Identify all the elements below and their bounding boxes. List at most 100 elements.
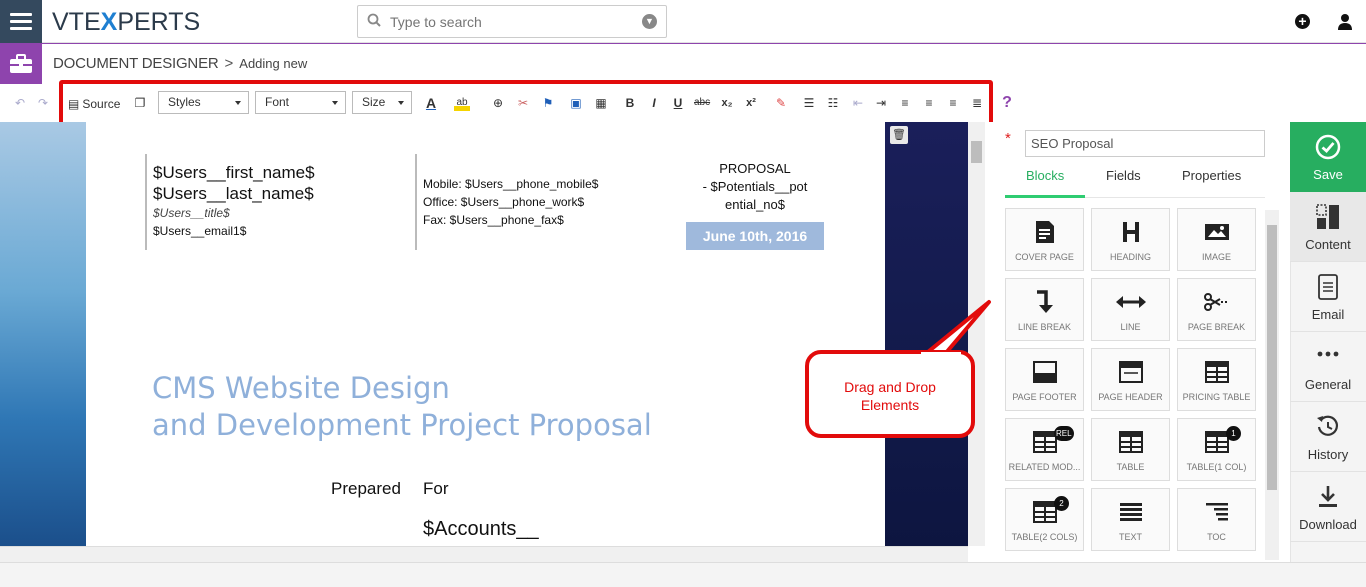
logo[interactable]: VTEXPERTS xyxy=(52,8,200,37)
cover-background-left xyxy=(0,122,86,546)
history-icon xyxy=(1290,414,1366,442)
download-icon xyxy=(1290,484,1366,512)
tab-properties[interactable]: Properties xyxy=(1182,168,1241,183)
required-marker: * xyxy=(1005,130,1011,147)
block-image[interactable]: IMAGE xyxy=(1177,208,1256,271)
table-2-cols-icon: 2 xyxy=(1006,496,1083,526)
trash-icon[interactable]: 🗑 xyxy=(890,126,908,144)
search-input[interactable] xyxy=(390,12,630,32)
date-badge[interactable]: June 10th, 2016 xyxy=(686,222,824,250)
heading-line-2[interactable]: and Development Project Proposal xyxy=(152,408,652,442)
block-table-1-col[interactable]: 1 TABLE(1 COL) xyxy=(1177,418,1256,481)
logo-x: X xyxy=(100,8,118,36)
status-bar xyxy=(0,562,1366,587)
menu-icon[interactable] xyxy=(0,0,42,43)
blocks-grid: COVER PAGE HEADING IMAGE LINE BREAK LINE PAGE… xyxy=(1002,205,1264,560)
block-table[interactable]: TABLE xyxy=(1091,418,1170,481)
general-label: General xyxy=(1304,377,1352,392)
block-pricing-table[interactable]: PRICING TABLE xyxy=(1177,348,1256,411)
proposal-number-2[interactable]: ential_no$ xyxy=(686,197,824,212)
heading-line-1[interactable]: CMS Website Design xyxy=(152,371,450,405)
user-last-name[interactable]: $Users__last_name$ xyxy=(153,184,314,204)
callout-join xyxy=(921,352,961,358)
briefcase-icon[interactable] xyxy=(0,44,42,84)
page-title[interactable]: DOCUMENT DESIGNER xyxy=(53,55,219,72)
canvas-horizontal-scrollbar[interactable] xyxy=(0,546,968,562)
callout-line-1: Drag and Drop xyxy=(844,379,936,395)
help-icon[interactable]: ? xyxy=(999,95,1015,111)
page-footer-icon xyxy=(1006,358,1083,386)
user-fax[interactable]: Fax: $Users__phone_fax$ xyxy=(423,213,564,227)
undo-icon[interactable]: ↶ xyxy=(12,95,28,111)
check-circle-icon xyxy=(1290,134,1366,162)
block-page-break[interactable]: PAGE BREAK xyxy=(1177,278,1256,341)
user-email[interactable]: $Users__email1$ xyxy=(153,224,246,238)
block-label: TABLE(2 COLS) xyxy=(1011,532,1078,542)
top-bar xyxy=(0,0,1366,43)
user-mobile[interactable]: Mobile: $Users__phone_mobile$ xyxy=(423,177,598,191)
block-toc[interactable]: TOC xyxy=(1177,488,1256,551)
logo-prefix: VTE xyxy=(52,8,101,36)
block-label: PAGE BREAK xyxy=(1187,322,1246,332)
nav-content[interactable]: Content xyxy=(1290,192,1366,262)
nav-email[interactable]: Email xyxy=(1290,262,1366,332)
proposal-label[interactable]: PROPOSAL xyxy=(686,161,824,176)
cover-page-icon xyxy=(1006,218,1083,246)
document-canvas[interactable]: 🗑 $Users__first_name$ $Users__last_name$… xyxy=(0,122,968,546)
tab-fields[interactable]: Fields xyxy=(1106,168,1141,183)
for-label[interactable]: For xyxy=(423,479,449,499)
block-page-footer[interactable]: PAGE FOOTER xyxy=(1005,348,1084,411)
page-break-icon xyxy=(1178,288,1255,316)
divider xyxy=(145,154,147,250)
table-icon xyxy=(1092,428,1169,456)
user-icon[interactable] xyxy=(1338,13,1352,31)
block-cover-page[interactable]: COVER PAGE xyxy=(1005,208,1084,271)
nav-history[interactable]: History xyxy=(1290,402,1366,472)
document-title-input[interactable]: SEO Proposal xyxy=(1025,130,1265,157)
block-label: TABLE xyxy=(1116,462,1145,472)
nav-download[interactable]: Download xyxy=(1290,472,1366,542)
global-search[interactable]: ▼ xyxy=(357,5,667,38)
drag-drop-callout: Drag and Drop Elements xyxy=(805,350,975,438)
user-office[interactable]: Office: $Users__phone_work$ xyxy=(423,195,584,209)
block-line[interactable]: LINE xyxy=(1091,278,1170,341)
block-heading[interactable]: HEADING xyxy=(1091,208,1170,271)
canvas-scroll-thumb[interactable] xyxy=(971,141,982,163)
block-page-header[interactable]: PAGE HEADER xyxy=(1091,348,1170,411)
save-button[interactable]: Save xyxy=(1290,122,1366,192)
accounts-var[interactable]: $Accounts__ xyxy=(423,518,539,541)
block-line-break[interactable]: LINE BREAK xyxy=(1005,278,1084,341)
line-icon xyxy=(1092,288,1169,316)
page-header-icon xyxy=(1092,358,1169,386)
block-badge: 1 xyxy=(1226,426,1241,441)
block-label: LINE xyxy=(1120,322,1141,332)
user-first-name[interactable]: $Users__first_name$ xyxy=(153,163,315,183)
block-label: TOC xyxy=(1207,532,1226,542)
block-label: LINE BREAK xyxy=(1017,322,1072,332)
block-label: PAGE HEADER xyxy=(1098,392,1163,402)
nav-general[interactable]: General xyxy=(1290,332,1366,402)
search-icon xyxy=(367,13,381,27)
proposal-number-1[interactable]: - $Potentials__pot xyxy=(686,179,824,194)
prepared-label[interactable]: Prepared xyxy=(331,479,401,499)
breadcrumb-current: Adding new xyxy=(239,56,308,71)
save-label: Save xyxy=(1313,167,1343,182)
text-icon xyxy=(1092,498,1169,526)
block-related-modules[interactable]: REL RELATED MOD... xyxy=(1005,418,1084,481)
search-dropdown-icon[interactable]: ▼ xyxy=(642,14,657,29)
email-icon xyxy=(1290,274,1366,302)
block-table-2-cols[interactable]: 2 TABLE(2 COLS) xyxy=(1005,488,1084,551)
block-text[interactable]: TEXT xyxy=(1091,488,1170,551)
divider xyxy=(415,154,417,250)
related-modules-icon: REL xyxy=(1006,426,1083,456)
breadcrumb-separator: > xyxy=(224,55,234,72)
tab-blocks[interactable]: Blocks xyxy=(1026,168,1064,183)
add-icon[interactable]: + xyxy=(1295,14,1310,29)
more-dots-icon xyxy=(1290,344,1366,372)
content-label: Content xyxy=(1305,237,1351,252)
block-label: TEXT xyxy=(1118,532,1142,542)
download-label: Download xyxy=(1299,517,1357,532)
redo-icon[interactable]: ↷ xyxy=(35,95,51,111)
user-title[interactable]: $Users__title$ xyxy=(153,206,230,220)
blocks-scroll-thumb[interactable] xyxy=(1267,225,1277,490)
